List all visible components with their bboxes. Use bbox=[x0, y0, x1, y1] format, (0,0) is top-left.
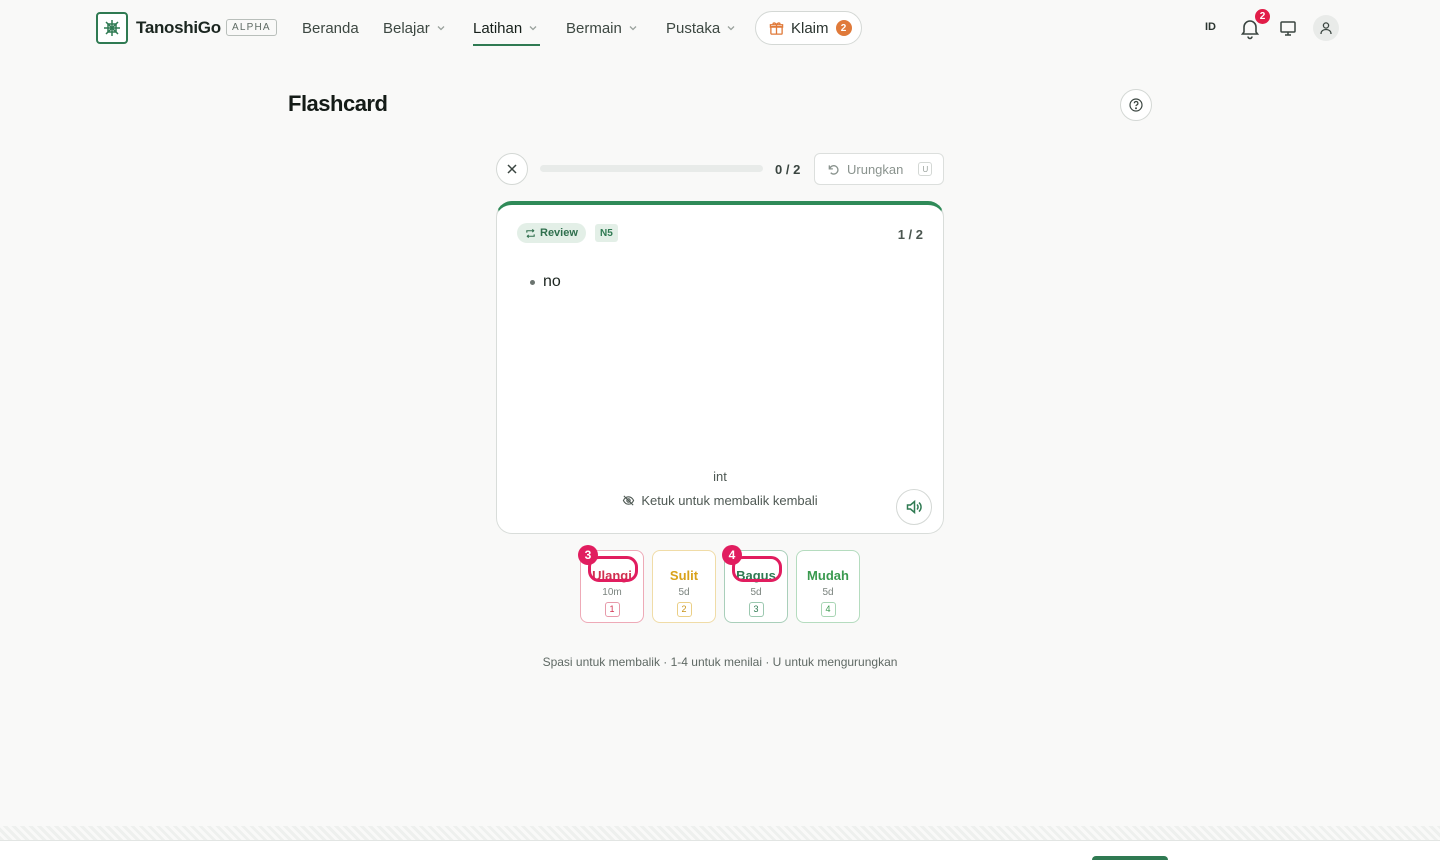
keyboard-shortcuts-hint: Spasi untuk membalik · 1-4 untuk menilai… bbox=[542, 655, 898, 669]
logo-icon[interactable] bbox=[96, 12, 128, 44]
rate-shortcut-key: 3 bbox=[748, 601, 764, 617]
session-progress-text: 0 / 2 bbox=[775, 162, 801, 177]
flip-hint: Ketuk untuk membalik kembali bbox=[497, 493, 943, 508]
klaim-button[interactable]: Klaim 2 bbox=[755, 11, 862, 45]
step-marker: 4 bbox=[722, 545, 742, 565]
help-button[interactable] bbox=[1120, 89, 1152, 121]
nav-label: Pustaka bbox=[666, 19, 721, 37]
klaim-label: Klaim bbox=[791, 19, 829, 37]
alpha-badge: ALPHA bbox=[226, 19, 277, 36]
review-tag-label: Review bbox=[540, 227, 578, 239]
rate-interval: 5d bbox=[678, 586, 690, 598]
klaim-count-badge: 2 bbox=[835, 20, 852, 36]
brand-name[interactable]: TanoshiGo bbox=[136, 18, 221, 38]
user-icon bbox=[1320, 22, 1332, 35]
rate-interval: 5d bbox=[750, 586, 762, 598]
nav-belajar[interactable]: Belajar bbox=[383, 19, 446, 37]
rate-label: Mudah bbox=[807, 567, 849, 583]
nav-pustaka[interactable]: Pustaka bbox=[666, 19, 736, 37]
footer-pattern bbox=[0, 826, 1440, 840]
notification-count-badge: 2 bbox=[1255, 9, 1270, 24]
review-tag: Review bbox=[517, 223, 586, 243]
flip-hint-text: Ketuk untuk membalik kembali bbox=[641, 493, 818, 508]
nav-latihan[interactable]: Latihan bbox=[473, 19, 538, 37]
rate-easy-button[interactable]: Mudah 5d 4 bbox=[796, 550, 860, 623]
play-audio-button[interactable] bbox=[896, 489, 932, 525]
chevron-down-icon bbox=[727, 26, 735, 31]
rate-shortcut-key: 4 bbox=[820, 601, 836, 617]
page-title: Flashcard bbox=[288, 91, 388, 116]
speaker-icon bbox=[906, 499, 922, 515]
undo-icon bbox=[828, 164, 839, 175]
rate-again-button[interactable]: Ulangi 10m 1 3 bbox=[578, 545, 644, 623]
monitor-icon[interactable] bbox=[1278, 18, 1298, 38]
user-avatar[interactable] bbox=[1313, 15, 1339, 41]
rate-shortcut-key: 1 bbox=[604, 601, 620, 617]
cookie-accept-button[interactable] bbox=[1092, 856, 1168, 860]
nav-beranda[interactable]: Beranda bbox=[302, 19, 359, 37]
session-progress-bar bbox=[540, 165, 763, 172]
nav-label: Beranda bbox=[302, 19, 359, 37]
rate-shortcut-key: 2 bbox=[676, 601, 692, 617]
undo-label: Urungkan bbox=[847, 161, 904, 177]
card-counter: 1 / 2 bbox=[897, 227, 923, 242]
nav-label: Belajar bbox=[383, 19, 430, 37]
rate-label: Sulit bbox=[669, 567, 699, 583]
flashcard[interactable]: Review N5 1 / 2 no int Ketuk untuk memba… bbox=[496, 201, 944, 534]
rate-good-button[interactable]: Bagus 5d 3 4 bbox=[722, 545, 788, 623]
active-nav-indicator bbox=[473, 44, 540, 46]
eye-off-icon bbox=[623, 495, 635, 506]
chevron-down-icon bbox=[437, 26, 445, 31]
repeat-icon bbox=[526, 228, 535, 238]
jlpt-level-badge: N5 bbox=[595, 224, 618, 242]
undo-shortcut-key: U bbox=[918, 162, 933, 176]
part-of-speech: int bbox=[713, 469, 727, 484]
top-navigation: TanoshiGo ALPHA Beranda Belajar Latihan … bbox=[0, 0, 1440, 56]
meaning-list: no bbox=[530, 273, 561, 291]
rate-interval: 10m bbox=[602, 586, 622, 598]
close-session-button[interactable] bbox=[496, 153, 528, 185]
language-switcher[interactable]: ID bbox=[1205, 21, 1216, 33]
nav-label: Bermain bbox=[566, 19, 622, 37]
chevron-down-icon bbox=[529, 26, 537, 31]
nav-label: Latihan bbox=[473, 19, 523, 37]
gift-icon bbox=[769, 21, 784, 35]
close-icon bbox=[507, 164, 517, 174]
rate-hard-button[interactable]: Sulit 5d 2 bbox=[652, 550, 716, 623]
undo-button[interactable]: Urungkan U bbox=[814, 153, 944, 185]
question-circle-icon bbox=[1129, 98, 1143, 112]
cookie-banner bbox=[0, 840, 1440, 860]
rate-interval: 5d bbox=[822, 586, 834, 598]
meaning-item: no bbox=[530, 273, 561, 291]
chevron-down-icon bbox=[629, 26, 637, 31]
nav-bermain[interactable]: Bermain bbox=[566, 19, 638, 37]
step-marker: 3 bbox=[578, 545, 598, 565]
